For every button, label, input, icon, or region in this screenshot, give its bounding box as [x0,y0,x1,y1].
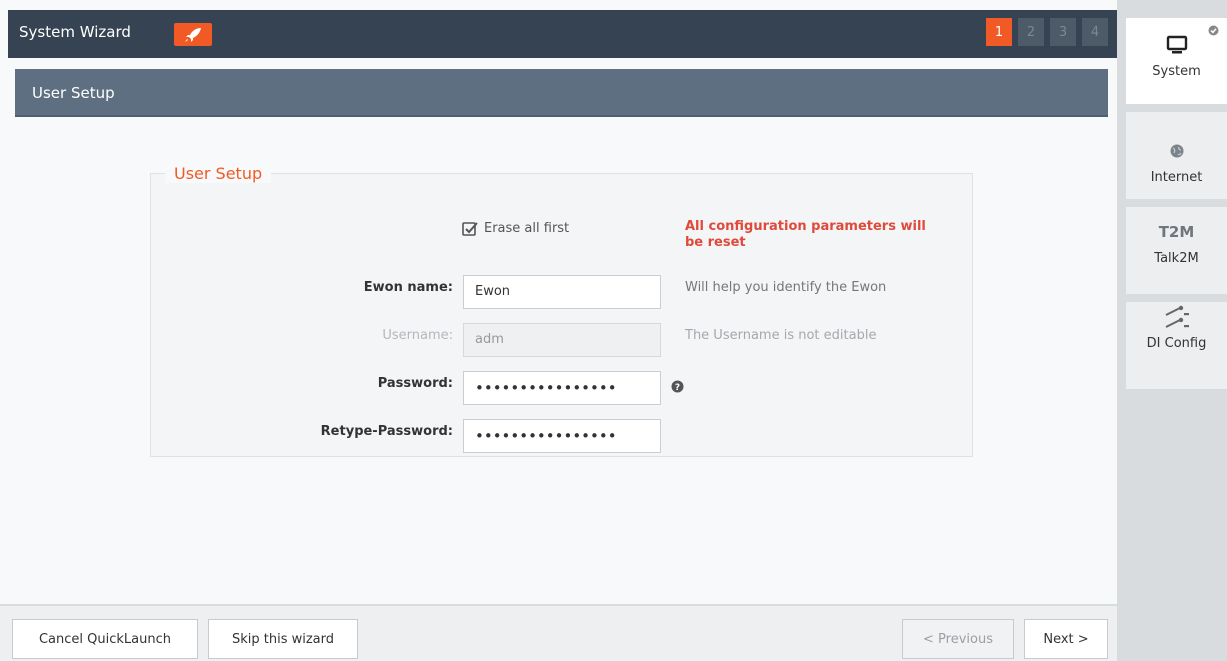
erase-all-checkbox[interactable]: Erase all first [462,221,569,236]
svg-text:?: ? [675,383,680,393]
section-title: User Setup [32,84,115,102]
erase-all-label: Erase all first [484,221,570,236]
username-input: adm [463,323,661,357]
step-4[interactable]: 4 [1082,18,1108,46]
user-setup-fieldset: User Setup Erase all first All configura… [150,164,973,457]
t2m-icon: T2M [1158,223,1195,241]
checkbox-checked-icon[interactable] [462,221,478,236]
wizard-steps: 1 2 3 4 [986,18,1108,46]
username-label: Username: [382,328,453,343]
ewon-name-hint: Will help you identify the Ewon [685,280,887,295]
ewon-name-label: Ewon name: [363,280,453,295]
wizard-footer: Cancel QuickLaunch Skip this wizard < Pr… [0,604,1117,661]
rocket-icon[interactable] [174,23,212,46]
password-label: Password: [377,376,453,391]
retype-password-label: Retype-Password: [320,424,453,439]
username-hint: The Username is not editable [685,328,877,343]
cancel-quicklaunch-button[interactable]: Cancel QuickLaunch [12,619,198,659]
wizard-title: System Wizard [19,23,131,41]
switch-icon [1164,305,1190,328]
wizard-sidebar: System Internet T2M Talk2M DI Config [1117,0,1227,661]
sidebar-item-label: Talk2M [1154,251,1199,266]
step-2[interactable]: 2 [1018,18,1044,46]
sidebar-item-internet[interactable]: Internet [1126,112,1227,199]
ewon-name-input[interactable]: Ewon [463,275,661,309]
fieldset-legend: User Setup [165,164,272,183]
step-3[interactable]: 3 [1050,18,1076,46]
monitor-icon [1166,34,1188,56]
reset-warning: All configuration parameters will be res… [685,219,926,250]
wizard-main: System Wizard 1 2 3 4 User Setup User Se… [0,0,1117,661]
sidebar-item-system[interactable]: System [1126,18,1227,104]
section-header: User Setup [15,69,1108,117]
wizard-topbar: System Wizard 1 2 3 4 [8,10,1117,58]
password-input[interactable]: •••••••••••••••• [463,371,661,405]
previous-button: < Previous [902,619,1014,659]
sidebar-item-label: Internet [1150,170,1203,185]
skip-wizard-button[interactable]: Skip this wizard [208,619,358,659]
sidebar-item-di-config[interactable]: DI Config [1126,302,1227,389]
check-circle-icon [1208,25,1219,40]
globe-icon [1170,140,1184,162]
step-1[interactable]: 1 [986,18,1012,46]
next-button[interactable]: Next > [1024,619,1108,659]
retype-password-input[interactable]: •••••••••••••••• [463,419,661,453]
sidebar-item-label: DI Config [1146,336,1207,351]
sidebar-item-label: System [1152,64,1201,79]
help-icon[interactable]: ? [671,378,684,397]
sidebar-item-talk2m[interactable]: T2M Talk2M [1126,207,1227,294]
